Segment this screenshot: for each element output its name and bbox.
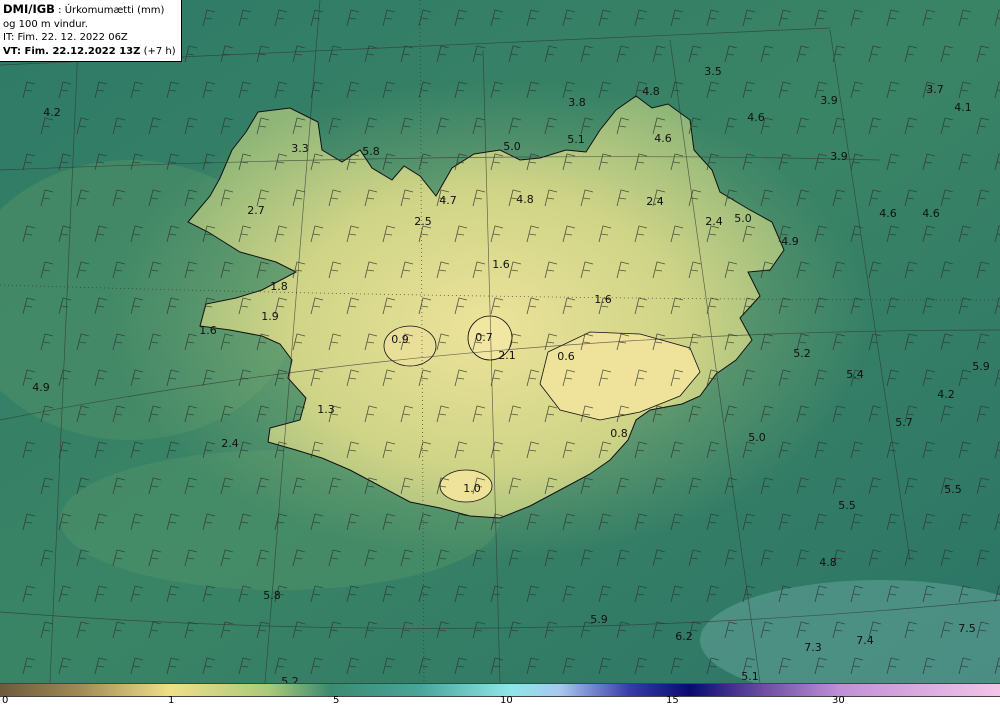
valid-time: VT: Fim. 22.12.2022 13Z [3,45,141,57]
precip-value-label: 1.3 [317,403,335,416]
precip-value-label: 0.8 [610,427,628,440]
colorbar-label-15: 15 [666,695,679,706]
colorbar: 0 1 5 10 15 30 [0,683,1000,709]
precip-value-label: 5.1 [567,133,585,146]
precip-value-label: 2.4 [646,195,664,208]
precip-value-label: 5.8 [263,589,281,602]
precip-value-label: 4.2 [43,106,61,119]
colorbar-label-10: 10 [500,695,513,706]
precip-value-label: 2.1 [498,349,516,362]
colorbar-label-30: 30 [832,695,845,706]
precip-value-label: 5.8 [362,145,380,158]
precip-value-label: 4.1 [954,101,972,114]
precipitation-map: 4.2 3.3 5.8 2.7 5.0 5.1 3.8 4.8 3.5 4.6 4.6 3.9 3.7 4… [0,0,1000,683]
source-label: DMI/IGB [3,2,55,16]
precip-value-label: 4.6 [654,132,672,145]
precip-value-label: 3.9 [820,94,838,107]
precip-value-label: 3.8 [568,96,586,109]
precip-value-label: 1.8 [270,280,288,293]
precip-value-label: 2.4 [705,215,723,228]
glacier-langjokull [383,325,437,367]
precip-value-label: 4.7 [439,194,457,207]
precip-value-label: 7.5 [958,622,976,635]
colorbar-label-1: 1 [168,695,175,706]
precip-value-label: 2.4 [221,437,239,450]
precip-value-label: 4.9 [781,235,799,248]
precip-value-label: 5.4 [846,368,864,381]
precip-value-label: 2.5 [414,215,432,228]
precip-value-label: 7.4 [856,634,874,647]
precip-value-label: 0.6 [557,350,575,363]
precip-value-label: 4.8 [819,556,837,569]
precip-value-label: 4.9 [32,381,50,394]
precip-value-label: 0.7 [475,331,493,344]
colorbar-label-5: 5 [333,695,340,706]
precip-value-label: 1.9 [261,310,279,323]
precip-value-label: 1.6 [594,293,612,306]
init-time: IT: Fim. 22. 12. 2022 06Z [3,32,128,43]
colorbar-label-0: 0 [2,695,9,706]
precip-value-label: 5.5 [944,483,962,496]
precip-value-label: 3.3 [291,142,309,155]
precip-value-label: 7.3 [804,641,822,654]
precip-value-label: 3.9 [830,150,848,163]
precip-value-label: 6.2 [675,630,693,643]
precip-value-label: 4.8 [516,193,534,206]
precip-value-label: 5.9 [590,613,608,626]
precip-value-label: 1.6 [492,258,510,271]
field-label: : Úrkomumætti (mm) [58,5,165,16]
precip-value-label: 4.6 [747,111,765,124]
precip-value-label: 4.8 [642,85,660,98]
lead-time: (+7 h) [143,45,176,57]
precip-value-label: 5.7 [895,416,913,429]
precip-value-label: 5.2 [281,675,299,683]
precip-value-label: 5.5 [838,499,856,512]
field-label-2: og 100 m vindur. [3,18,88,30]
precip-value-label: 1.6 [199,324,217,337]
precip-value-label: 5.0 [734,212,752,225]
precip-value-label: 5.0 [748,431,766,444]
precip-value-label: 5.9 [972,360,990,373]
precip-value-label: 5.2 [793,347,811,360]
precip-value-label: 4.6 [922,207,940,220]
precip-value-label: 5.1 [741,670,759,683]
precip-value-label: 4.6 [879,207,897,220]
precip-value-label: 1.0 [463,482,481,495]
precip-value-label: 3.7 [926,83,944,96]
precip-value-label: 3.5 [704,65,722,78]
precip-value-label: 0.9 [391,333,409,346]
precip-value-label: 5.0 [503,140,521,153]
precip-value-label: 2.7 [247,204,265,217]
info-box: DMI/IGB : Úrkomumætti (mm) og 100 m vind… [0,0,182,62]
precip-value-label: 4.2 [937,388,955,401]
